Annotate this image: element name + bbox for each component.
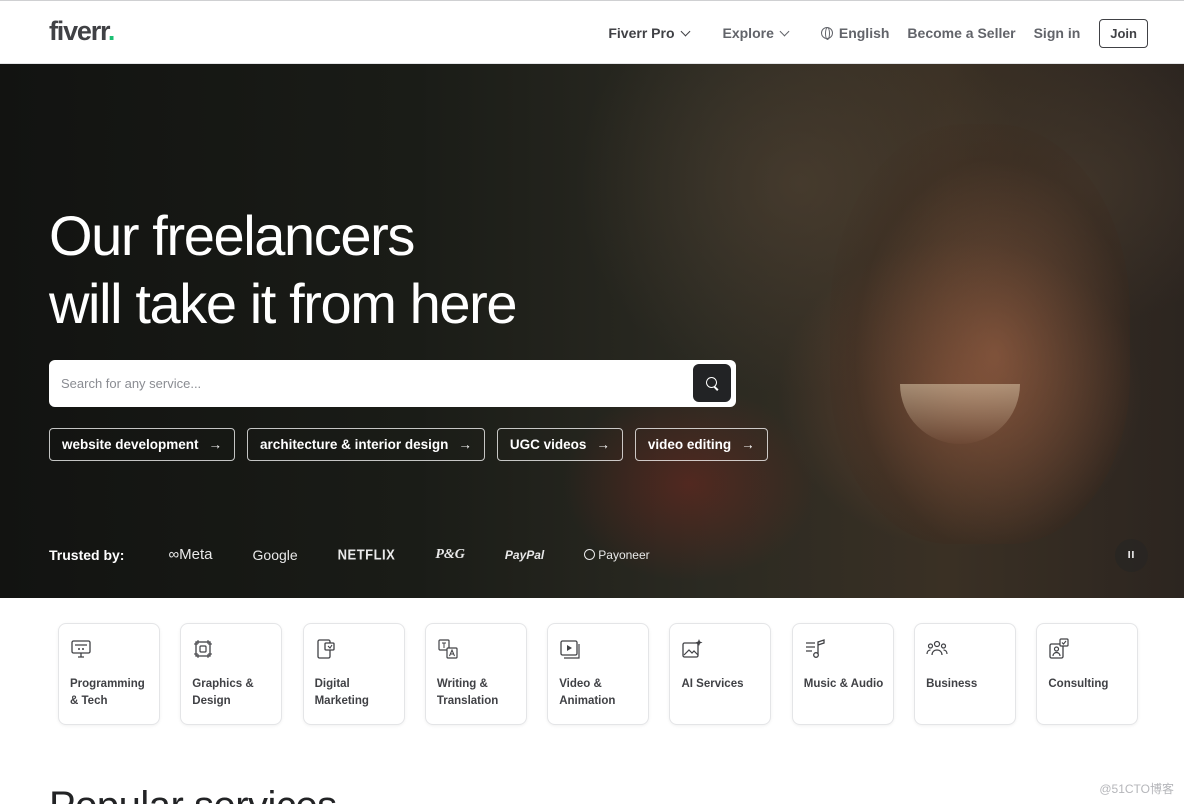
fiverr-pro-menu[interactable]: Fiverr Pro: [608, 25, 690, 41]
chevron-down-icon: [680, 26, 690, 36]
category-digital-marketing[interactable]: Digital Marketing: [302, 623, 405, 725]
trusted-by-label: Trusted by:: [49, 546, 125, 563]
language-selector[interactable]: English: [820, 25, 890, 41]
category-music-audio[interactable]: Music & Audio: [791, 623, 894, 725]
become-seller-link[interactable]: Become a Seller: [907, 25, 1015, 41]
category-label: Graphics & Design: [192, 678, 254, 707]
fiverr-pro-label: Fiverr Pro: [608, 25, 675, 41]
category-business[interactable]: Business: [914, 623, 1017, 725]
arrow-right-icon: →: [596, 437, 610, 452]
category-label: Digital Marketing: [314, 678, 369, 707]
chip-website-development[interactable]: website development →: [49, 428, 236, 461]
popular-search-chips: website development → architecture & inte…: [49, 428, 780, 461]
category-label: Business: [926, 678, 978, 690]
explore-menu[interactable]: Explore: [722, 25, 790, 41]
search-bar: [49, 360, 736, 407]
people-icon: [926, 640, 948, 656]
fiverr-logo[interactable]: fiverr.: [49, 16, 115, 47]
hero-title-line-1: Our freelancers: [49, 204, 415, 267]
payoneer-logo: Payoneer: [584, 548, 649, 562]
category-label: Writing & Translation: [436, 678, 499, 707]
search-icon: [705, 376, 719, 390]
category-label: Video & Animation: [559, 678, 616, 707]
marketing-phone-icon: [316, 639, 335, 659]
hero-title-line-2: will take it from here: [49, 272, 518, 335]
globe-icon: [820, 27, 833, 40]
pause-video-button[interactable]: II: [1115, 539, 1148, 572]
join-button[interactable]: Join: [1099, 18, 1148, 48]
category-video-animation[interactable]: Video & Animation: [547, 623, 650, 725]
category-label: Programming & Tech: [70, 678, 145, 707]
chip-label: UGC videos: [509, 437, 587, 452]
explore-label: Explore: [722, 25, 774, 41]
sign-in-link[interactable]: Sign in: [1034, 25, 1081, 41]
netflix-logo: NETFLIX: [337, 546, 396, 563]
arrow-right-icon: →: [208, 437, 223, 452]
translation-icon: [438, 639, 458, 659]
top-navigation-bar: fiverr. Fiverr Pro Explore English Becom…: [0, 0, 1184, 64]
search-input[interactable]: [61, 370, 681, 397]
section-title-partial: Popular services: [49, 784, 337, 804]
music-note-icon: [805, 639, 825, 658]
category-programming-tech[interactable]: Programming & Tech: [58, 623, 160, 725]
category-consulting[interactable]: Consulting: [1036, 623, 1139, 725]
category-label: Music & Audio: [803, 678, 884, 690]
hero-background-image: [830, 124, 1130, 544]
search-button[interactable]: [693, 364, 731, 402]
arrow-right-icon: →: [458, 437, 472, 452]
category-ai-services[interactable]: AI Services: [669, 623, 772, 725]
language-label: English: [838, 25, 890, 41]
video-play-icon: [560, 640, 580, 659]
category-cards: Programming & Tech Graphics & Design Dig…: [58, 623, 1159, 725]
arrow-right-icon: →: [741, 437, 755, 452]
chevron-down-icon: [779, 26, 790, 36]
pg-logo: P&G: [435, 546, 465, 562]
category-writing-translation[interactable]: Writing & Translation: [424, 623, 527, 725]
hero-banner: Our freelancers will take it from here w…: [0, 64, 1184, 598]
chip-video-editing[interactable]: video editing →: [634, 428, 768, 461]
header-nav: Fiverr Pro Explore English Become a Sell…: [590, 18, 1148, 48]
pause-icon: II: [1127, 550, 1136, 561]
category-label: Consulting: [1048, 678, 1109, 690]
category-label: AI Services: [681, 678, 744, 690]
design-frame-icon: [194, 640, 213, 658]
meta-logo: ∞Meta: [168, 546, 213, 563]
chip-label: website development: [62, 437, 199, 452]
chip-architecture-interior-design[interactable]: architecture & interior design →: [247, 428, 485, 461]
trusted-by-row: Trusted by: ∞Meta Google NETFLIX P&G Pay…: [49, 546, 690, 563]
watermark: @51CTO博客: [1099, 782, 1174, 796]
chip-label: video editing: [647, 437, 732, 452]
hero-title: Our freelancers will take it from here: [49, 202, 518, 338]
consulting-icon: [1049, 638, 1069, 659]
category-graphics-design[interactable]: Graphics & Design: [180, 623, 283, 725]
ai-image-icon: [682, 639, 703, 658]
chip-label: architecture & interior design: [260, 437, 449, 452]
paypal-logo: PayPal: [504, 547, 545, 562]
monitor-icon: [71, 640, 91, 658]
google-logo: Google: [252, 546, 298, 563]
chip-ugc-videos[interactable]: UGC videos →: [496, 428, 623, 461]
